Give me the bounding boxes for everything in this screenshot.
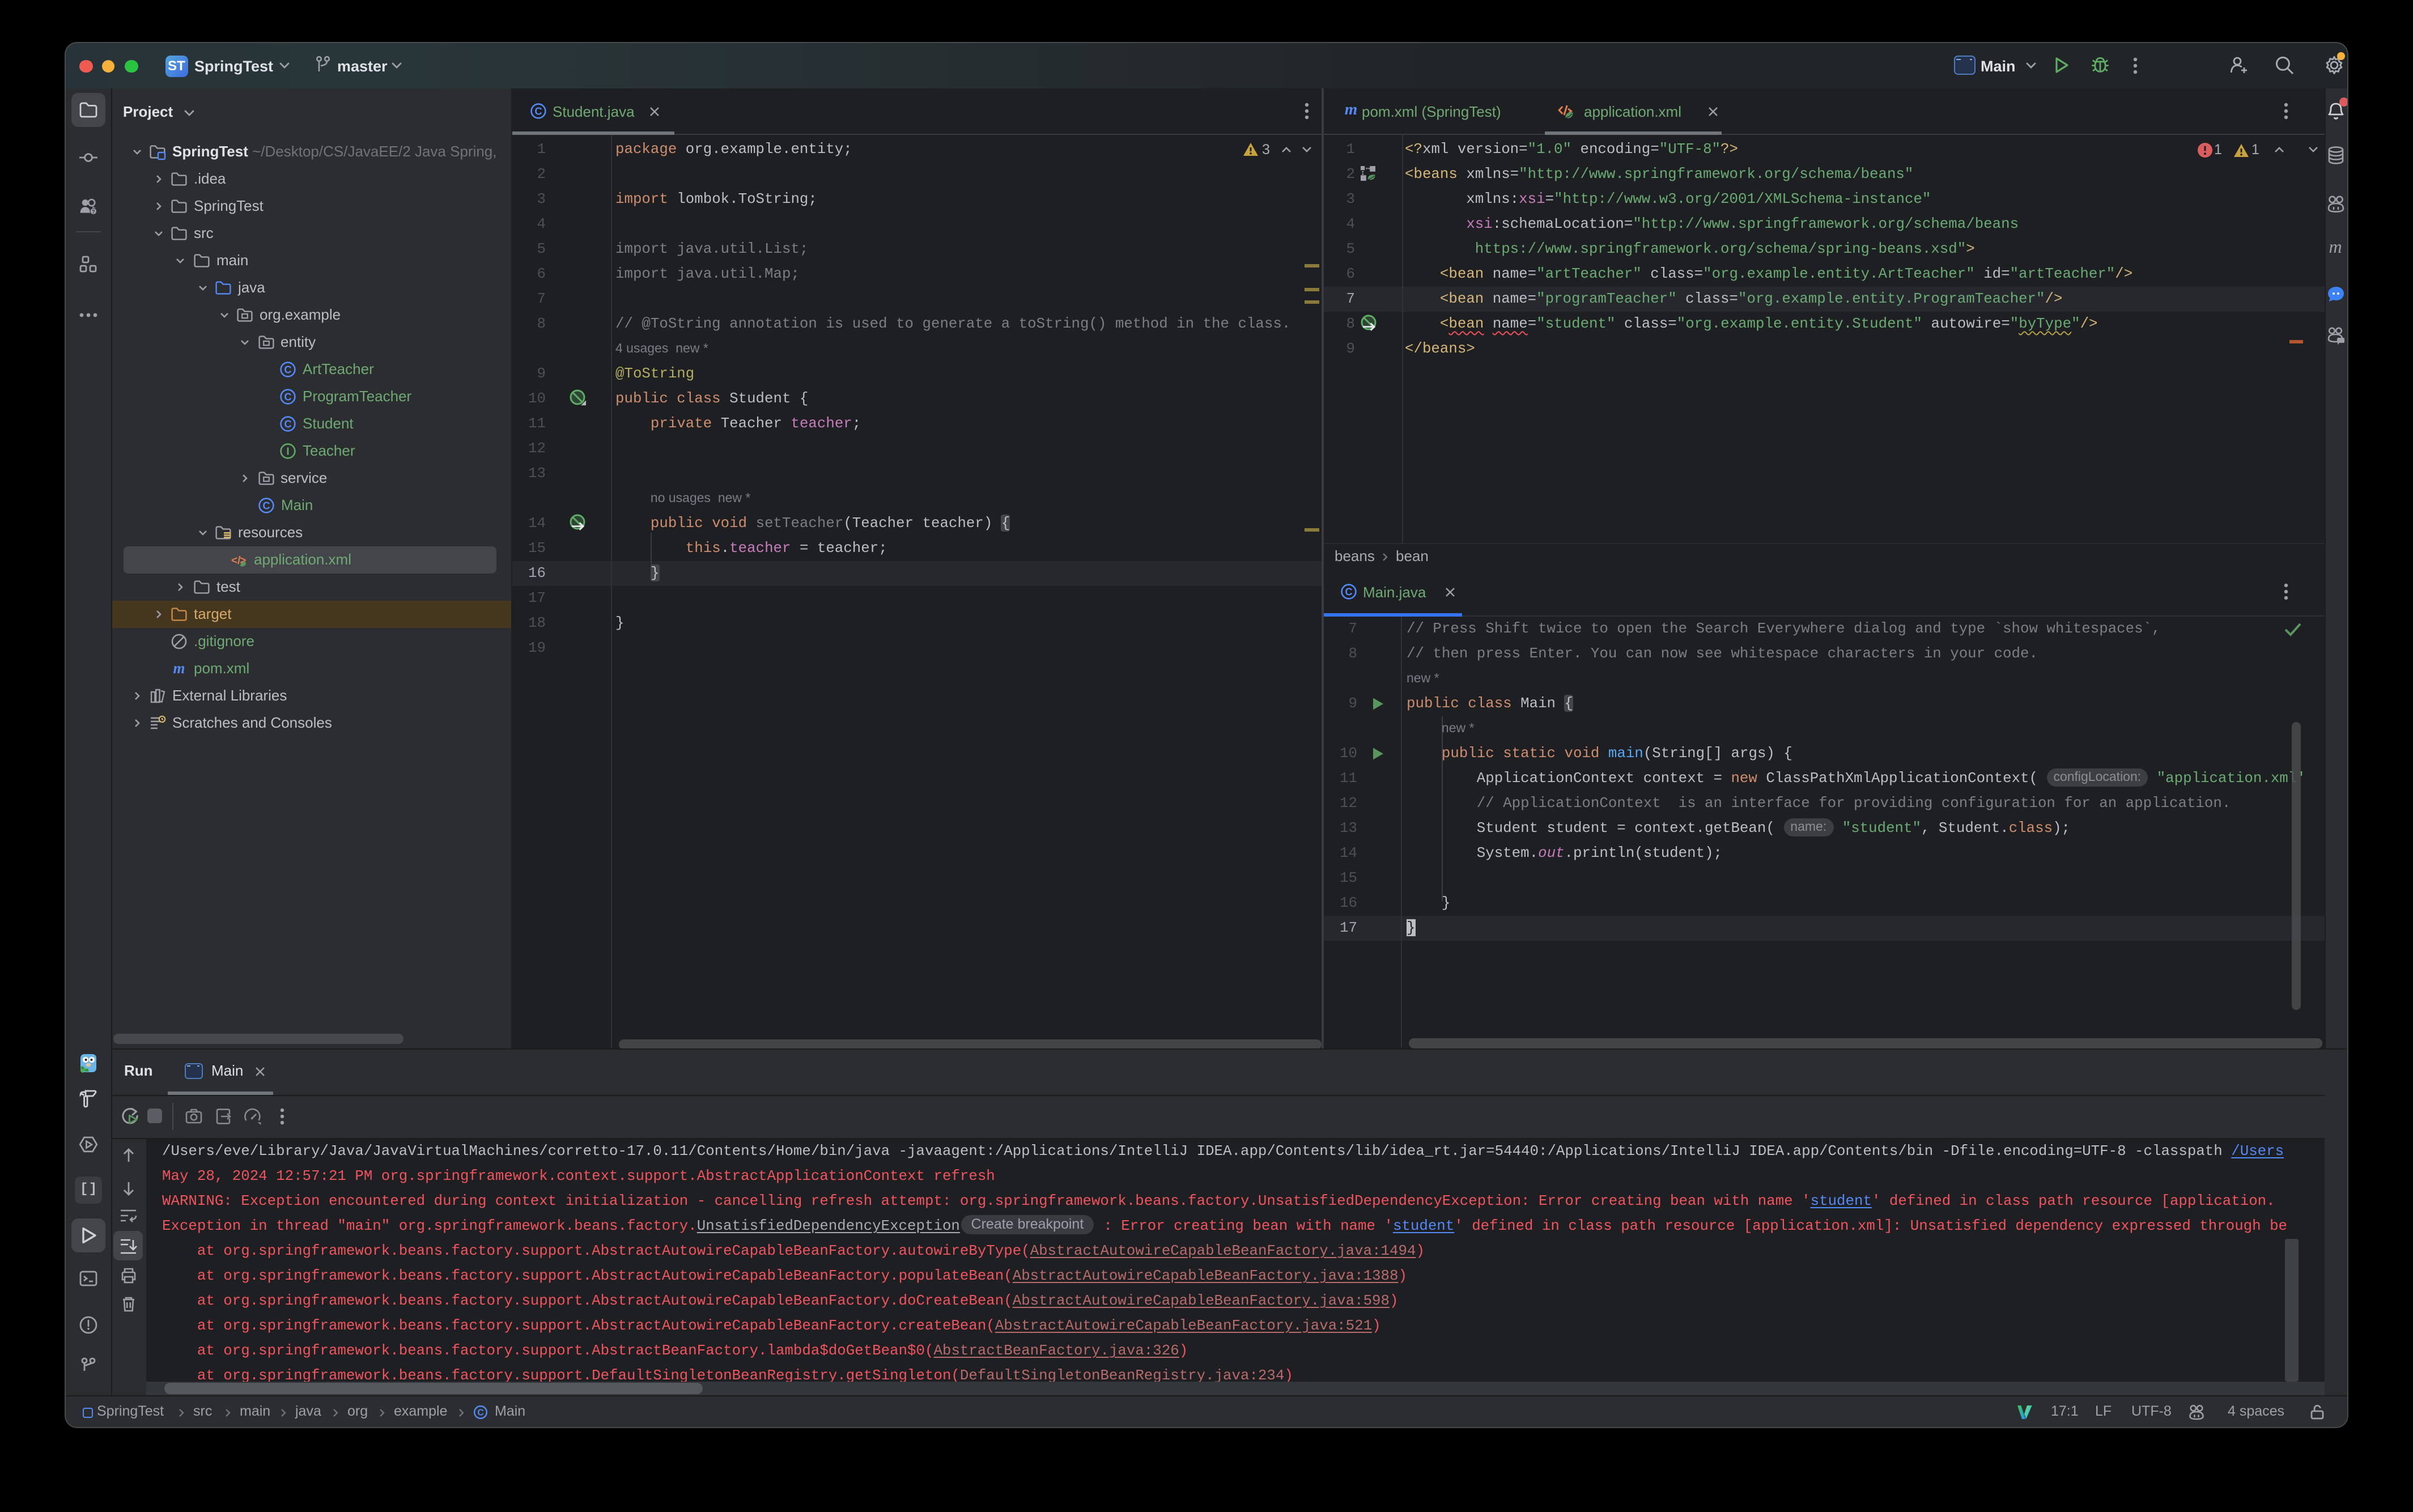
svg-text:C: C <box>284 418 292 430</box>
svg-text:I: I <box>286 445 289 457</box>
svg-text:C: C <box>284 364 292 375</box>
svg-text:C: C <box>263 500 270 511</box>
svg-text:C: C <box>534 105 542 116</box>
svg-text:C: C <box>1345 586 1352 597</box>
svg-text:C: C <box>284 391 292 402</box>
svg-text:C: C <box>477 1408 483 1418</box>
